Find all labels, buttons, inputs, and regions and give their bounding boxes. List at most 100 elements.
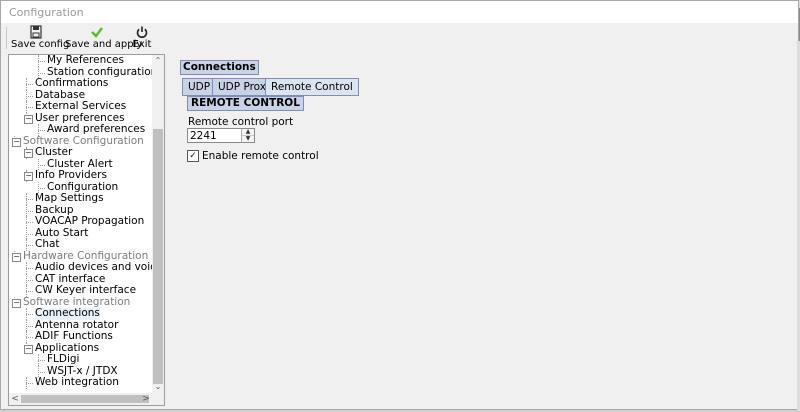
save-config-label: Save config (11, 39, 70, 50)
tree-item-label: Confirmations (35, 77, 109, 89)
scroll-down-icon[interactable]: ⌄ (152, 381, 164, 393)
tree-item-label: External Services (35, 100, 127, 112)
collapse-icon[interactable]: − (12, 298, 21, 308)
tree-connector (38, 72, 45, 74)
power-icon (136, 26, 148, 38)
tree-item-label: WSJT-x / JTDX (47, 364, 118, 377)
tree-item-label: VOACAP Propagation (35, 215, 145, 227)
tree-item-label: Cluster Alert (47, 157, 113, 170)
tree-connector (26, 262, 27, 274)
tree-connector (26, 383, 33, 384)
tree-connector (26, 107, 33, 108)
horizontal-scroll-thumb[interactable] (21, 395, 149, 403)
tree-connector (26, 331, 27, 343)
tree-item-label: Applications (35, 341, 100, 354)
exit-label: Exit (132, 39, 152, 50)
save-config-button[interactable]: Save config (11, 25, 70, 51)
tree-item-label: Audio devices and voice keye (35, 261, 153, 273)
tree-item-label: FLDigi (47, 353, 80, 365)
save-and-apply-label: Save and apply (65, 39, 143, 50)
tree-item-label: CAT interface (35, 272, 106, 285)
tree-connector (26, 78, 27, 90)
tree-item-label: CW Keyer interface (35, 284, 137, 296)
title-bar[interactable]: Configuration (1, 1, 798, 24)
collapse-icon[interactable]: − (12, 137, 21, 147)
tree-item-label: Chat (35, 238, 60, 250)
collapse-icon[interactable]: − (24, 114, 33, 124)
settings-tree[interactable]: My References Station configuration Confir… (8, 54, 165, 406)
remote-control-port-input[interactable] (190, 129, 240, 142)
save-and-apply-button[interactable]: Save and apply (65, 25, 143, 51)
checkmark-icon (91, 27, 103, 38)
tree-item-label: Auto Start (35, 226, 89, 239)
exit-button[interactable]: Exit (132, 25, 152, 51)
tree-connector (26, 337, 33, 338)
tree-connector (26, 101, 27, 113)
tree-connector (38, 55, 39, 67)
tree-item-label: Antenna rotator (35, 318, 119, 331)
configuration-window: Configuration Save config Save and apply… (0, 0, 800, 411)
tree-item-label: Hardware Configuration (23, 249, 149, 262)
tree-connector (26, 227, 27, 239)
tree-connector (26, 95, 33, 97)
tree-connector (26, 314, 33, 315)
tree-connector (26, 89, 27, 101)
tree-connector (26, 204, 27, 216)
tree-item-label: Software integration (23, 295, 131, 308)
tree-connector (26, 273, 27, 285)
tree-connector (26, 210, 33, 212)
tree-vertical-scrollbar[interactable]: ⌃ ⌄ (152, 55, 164, 393)
tree-connector (26, 222, 33, 223)
tree-connector (26, 216, 27, 228)
tree-connector (38, 61, 45, 62)
tree-connector (26, 279, 33, 281)
remote-control-port-stepper[interactable]: ▲ ▼ (187, 128, 255, 143)
scroll-left-icon[interactable]: < (9, 393, 21, 405)
tree-item-label: Award preferences (47, 123, 146, 135)
scroll-up-icon[interactable]: ⌃ (152, 55, 164, 67)
collapse-icon[interactable]: − (12, 252, 21, 262)
tree-item-label: Cluster (35, 146, 73, 158)
collapse-icon[interactable]: − (24, 172, 33, 181)
tree-connector (26, 245, 33, 246)
remote-control-group-title: REMOTE CONTROL (187, 96, 304, 111)
tree-items: My References Station configuration Confir… (9, 55, 153, 393)
tree-connector (38, 371, 45, 373)
tree-item-label: ADIF Functions (35, 330, 113, 342)
tree-connector (26, 377, 27, 389)
tree-item-label: Map Settings (35, 192, 104, 204)
tree-item-label: Configuration (47, 180, 119, 193)
collapse-icon[interactable]: − (24, 344, 33, 354)
tree-connector (26, 308, 27, 320)
toolbar-grip (6, 27, 7, 49)
checkbox-box[interactable]: ✓ (187, 150, 199, 162)
tree-connector (26, 84, 33, 85)
scroll-right-icon[interactable]: > (140, 393, 152, 405)
panel-heading: Connections (180, 60, 259, 75)
tree-item[interactable]: Web integration (35, 376, 119, 389)
tree-connector (38, 360, 45, 361)
tree-connector (26, 199, 33, 200)
remote-control-port-label: Remote control port (188, 116, 294, 128)
vertical-scroll-thumb[interactable] (153, 129, 163, 384)
tree-connector (26, 193, 27, 205)
tree-connector (26, 268, 33, 269)
tree-item-label: Info Providers (35, 169, 107, 181)
stepper-down-icon[interactable]: ▼ (242, 136, 254, 142)
tree-connector (38, 164, 45, 166)
collapse-icon[interactable]: − (24, 149, 33, 158)
tab-udp[interactable]: UDP (182, 78, 217, 96)
tree-connector (26, 319, 27, 331)
tree-connector (26, 325, 33, 327)
tree-item-label: User preferences (35, 111, 125, 124)
tree-connector (26, 291, 33, 292)
tree-item-label: My References (47, 55, 124, 66)
tree-item-label: Web integration (35, 376, 119, 388)
tree-item-label: Connections (35, 307, 100, 319)
tree-horizontal-scrollbar[interactable]: < > (9, 393, 164, 405)
tree-connector (26, 233, 33, 235)
tree-connector (38, 354, 39, 366)
tree-item-label: Backup (35, 203, 74, 216)
tab-remote-control[interactable]: Remote Control (265, 78, 359, 96)
tree-connector (38, 187, 45, 189)
